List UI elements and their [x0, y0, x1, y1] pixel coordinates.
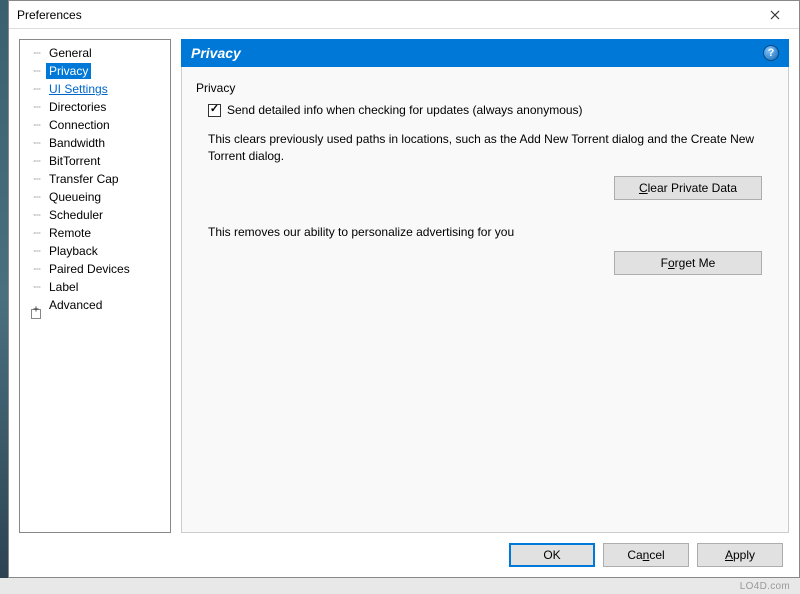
- tree-branch-icon: ┈: [28, 280, 46, 294]
- tree-item-bandwidth[interactable]: ┈ Bandwidth: [22, 134, 168, 152]
- tree-branch-icon: ┈: [28, 208, 46, 222]
- clear-private-data-button[interactable]: Clear Private Data: [614, 176, 762, 200]
- category-tree[interactable]: ┈ General ┈ Privacy ┈ UI Settings ┈ Dire…: [19, 39, 171, 533]
- tree-branch-icon: ┈: [28, 154, 46, 168]
- tree-item-label: BitTorrent: [46, 153, 103, 169]
- tree-item-label: Paired Devices: [46, 261, 133, 277]
- tree-item-transfer-cap[interactable]: ┈ Transfer Cap: [22, 170, 168, 188]
- tree-branch-icon: ┈: [28, 136, 46, 150]
- tree-branch-icon: ┈: [28, 172, 46, 186]
- tree-item-scheduler[interactable]: ┈ Scheduler: [22, 206, 168, 224]
- clear-private-data-description: This clears previously used paths in loc…: [208, 131, 762, 166]
- window-title: Preferences: [17, 8, 759, 22]
- section-header: Privacy ?: [181, 39, 789, 67]
- tree-item-connection[interactable]: ┈ Connection: [22, 116, 168, 134]
- tree-item-label: Queueing: [46, 189, 104, 205]
- tree-item-remote[interactable]: ┈ Remote: [22, 224, 168, 242]
- tree-item-label: Directories: [46, 99, 109, 115]
- tree-item-label: General: [46, 45, 95, 61]
- section-body: Privacy Send detailed info when checking…: [181, 67, 789, 533]
- tree-item-label: Privacy: [46, 63, 91, 79]
- group-label: Privacy: [196, 81, 774, 95]
- tree-branch-icon: ┈: [28, 226, 46, 240]
- section-title: Privacy: [191, 45, 763, 61]
- tree-item-label: Label: [46, 279, 81, 295]
- checkbox-icon[interactable]: [208, 104, 221, 117]
- forget-button-row: Forget Me: [208, 251, 762, 275]
- tree-item-advanced[interactable]: Advanced: [22, 296, 168, 314]
- tree-item-label[interactable]: ┈ Label: [22, 278, 168, 296]
- tree-branch-icon: ┈: [28, 190, 46, 204]
- tree-branch-icon: ┈: [28, 64, 46, 78]
- titlebar: Preferences: [9, 1, 799, 29]
- tree-item-queueing[interactable]: ┈ Queueing: [22, 188, 168, 206]
- help-icon[interactable]: ?: [763, 45, 779, 61]
- tree-branch-icon: ┈: [28, 46, 46, 60]
- tree-branch-icon: ┈: [28, 262, 46, 276]
- cancel-button[interactable]: Cancel: [603, 543, 689, 567]
- tree-item-directories[interactable]: ┈ Directories: [22, 98, 168, 116]
- tree-item-label: Transfer Cap: [46, 171, 122, 187]
- tree-item-label: Scheduler: [46, 207, 106, 223]
- forget-me-button[interactable]: Forget Me: [614, 251, 762, 275]
- tree-branch-icon: ┈: [28, 244, 46, 258]
- content-panel: Privacy ? Privacy Send detailed info whe…: [181, 39, 789, 533]
- dialog-body: ┈ General ┈ Privacy ┈ UI Settings ┈ Dire…: [9, 29, 799, 533]
- dialog-footer: OK Cancel Apply: [9, 533, 799, 577]
- background-bottom: [0, 578, 800, 594]
- tree-item-playback[interactable]: ┈ Playback: [22, 242, 168, 260]
- ok-button[interactable]: OK: [509, 543, 595, 567]
- close-button[interactable]: [759, 5, 791, 25]
- tree-branch-icon: ┈: [28, 100, 46, 114]
- tree-branch-icon: ┈: [28, 118, 46, 132]
- tree-item-general[interactable]: ┈ General: [22, 44, 168, 62]
- checkbox-label: Send detailed info when checking for upd…: [227, 103, 583, 117]
- apply-button[interactable]: Apply: [697, 543, 783, 567]
- preferences-dialog: Preferences ┈ General ┈ Privacy ┈ UI Set…: [8, 0, 800, 578]
- clear-button-row: Clear Private Data: [208, 176, 762, 200]
- close-icon: [770, 10, 780, 20]
- tree-item-paired-devices[interactable]: ┈ Paired Devices: [22, 260, 168, 278]
- button-label-rest: lear Private Data: [648, 181, 737, 195]
- tree-branch-icon: ┈: [28, 82, 46, 96]
- forget-me-description: This removes our ability to personalize …: [208, 224, 762, 241]
- watermark-text: LO4D.com: [740, 581, 790, 592]
- tree-item-label: Connection: [46, 117, 113, 133]
- tree-item-label: Bandwidth: [46, 135, 108, 151]
- tree-item-label: Remote: [46, 225, 94, 241]
- checkbox-send-detailed-info[interactable]: Send detailed info when checking for upd…: [208, 103, 774, 117]
- tree-item-bittorrent[interactable]: ┈ BitTorrent: [22, 152, 168, 170]
- tree-item-label: Playback: [46, 243, 101, 259]
- tree-item-privacy[interactable]: ┈ Privacy: [22, 62, 168, 80]
- tree-item-label: Advanced: [46, 297, 105, 313]
- tree-item-ui-settings[interactable]: ┈ UI Settings: [22, 80, 168, 98]
- tree-item-label: UI Settings: [46, 81, 111, 97]
- background-strip: [0, 0, 8, 594]
